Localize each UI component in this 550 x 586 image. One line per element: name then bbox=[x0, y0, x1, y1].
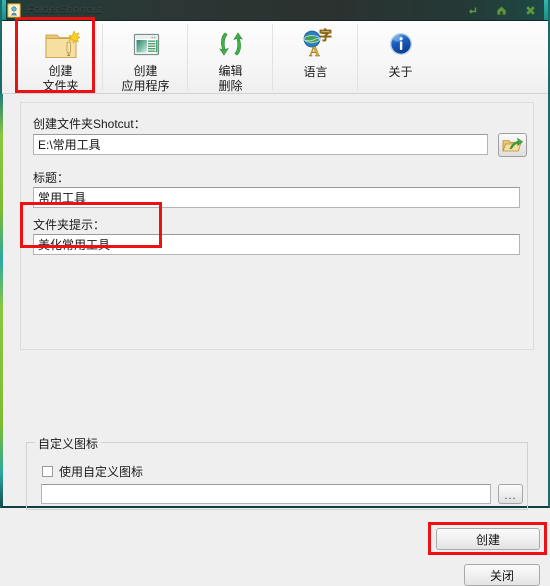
left-accent-strip bbox=[0, 94, 3, 506]
use-custom-icon-checkbox[interactable] bbox=[42, 466, 53, 477]
toolbar: 创建 文件夹 创建 应用程序 编辑 删除 字 A 语言 关于 bbox=[2, 21, 548, 94]
window-title: FolderShortcut bbox=[27, 4, 102, 16]
about-info-icon bbox=[381, 26, 421, 64]
create-button[interactable]: 创建 bbox=[436, 528, 540, 550]
svg-text:A: A bbox=[309, 44, 320, 60]
toolbar-item-label: 创建 应用程序 bbox=[121, 64, 169, 94]
custom-icon-browse-button[interactable]: ... bbox=[498, 484, 523, 504]
toolbar-item-create-folder[interactable]: 创建 文件夹 bbox=[18, 21, 103, 94]
toolbar-item-label: 语言 bbox=[303, 65, 327, 80]
label-line-2: 删除 bbox=[218, 79, 243, 93]
toolbar-item-language[interactable]: 字 A 语言 bbox=[272, 21, 358, 94]
shortcut-input[interactable] bbox=[33, 134, 488, 155]
label-line-2: 应用程序 bbox=[121, 79, 170, 93]
toolbar-item-label: 编辑 删除 bbox=[218, 64, 242, 94]
label-line-1: 创建 bbox=[48, 64, 73, 78]
custom-icon-path-input[interactable] bbox=[41, 484, 491, 504]
content-area: 创建文件夹Shotcut： 标题： 文件夹提示： 自定义图标 使用自定义图标 bbox=[0, 94, 548, 586]
shortcut-label: 创建文件夹Shotcut： bbox=[33, 117, 146, 131]
title-bar[interactable]: FolderShortcut bbox=[2, 0, 548, 21]
toolbar-item-edit-delete[interactable]: 编辑 删除 bbox=[187, 21, 273, 94]
close-button-bottom[interactable]: 关闭 bbox=[464, 564, 540, 586]
edit-delete-arrows-icon bbox=[211, 26, 251, 63]
label-line-1: 编辑 bbox=[218, 64, 243, 78]
custom-icon-group: 自定义图标 使用自定义图标 ... bbox=[26, 435, 528, 510]
tip-input[interactable] bbox=[33, 234, 520, 255]
toolbar-item-about[interactable]: 关于 bbox=[357, 21, 443, 94]
toolbar-item-create-application[interactable]: 创建 应用程序 bbox=[102, 21, 188, 94]
toolbar-item-label: 创建 文件夹 bbox=[42, 64, 78, 94]
label-line-2: 文件夹 bbox=[42, 79, 79, 93]
use-custom-icon-checkbox-row[interactable]: 使用自定义图标 bbox=[42, 463, 143, 480]
tip-label: 文件夹提示： bbox=[33, 218, 106, 232]
title-input[interactable] bbox=[33, 187, 520, 208]
title-label: 标题： bbox=[33, 171, 70, 185]
toolbar-item-label: 关于 bbox=[388, 65, 412, 80]
create-folder-icon bbox=[41, 26, 81, 63]
minimize-button[interactable] bbox=[467, 5, 478, 16]
label-line-1: 语言 bbox=[303, 65, 328, 79]
svg-text:字: 字 bbox=[319, 28, 332, 43]
create-application-icon bbox=[126, 26, 166, 63]
use-custom-icon-label: 使用自定义图标 bbox=[59, 465, 144, 479]
custom-icon-group-title: 自定义图标 bbox=[35, 435, 102, 452]
application-window: FolderShortcut 创建 文件夹 创建 应用程序 编辑 删除 字 A … bbox=[0, 0, 550, 586]
close-button[interactable] bbox=[525, 5, 536, 16]
label-line-1: 关于 bbox=[388, 65, 413, 79]
browse-folder-button[interactable] bbox=[498, 133, 527, 157]
language-globe-icon: 字 A bbox=[296, 26, 336, 64]
form-panel: 创建文件夹Shotcut： 标题： 文件夹提示： bbox=[20, 102, 534, 350]
window-controls bbox=[467, 0, 536, 21]
label-line-1: 创建 bbox=[133, 64, 158, 78]
app-icon bbox=[7, 2, 21, 18]
maximize-button[interactable] bbox=[496, 5, 507, 16]
open-folder-green-arrow-icon bbox=[502, 137, 523, 151]
